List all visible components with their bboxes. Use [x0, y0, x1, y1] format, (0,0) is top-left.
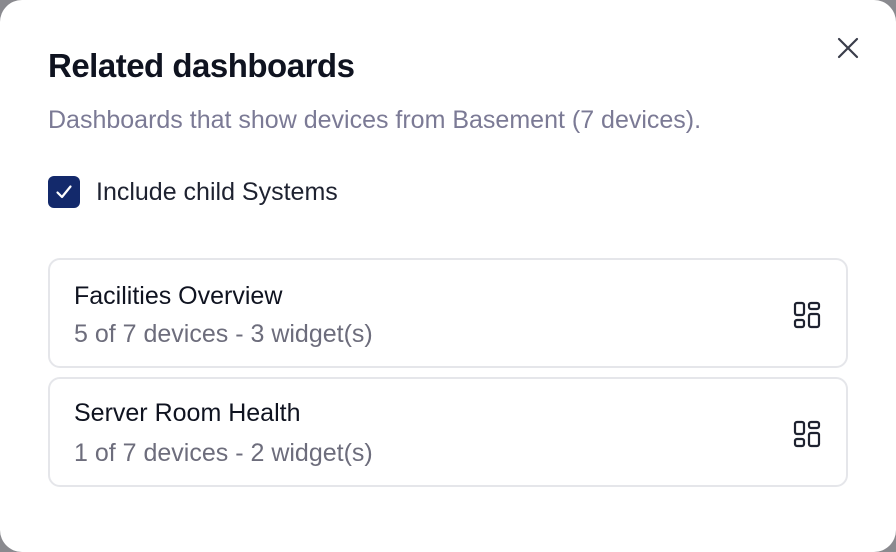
dashboard-meta: 1 of 7 devices - 2 widget(s) [74, 439, 373, 467]
include-child-systems-option[interactable]: Include child Systems [48, 174, 338, 210]
dialog-title: Related dashboards [48, 47, 355, 84]
related-dashboards-dialog: Related dashboards Dashboards that show … [0, 0, 896, 552]
dashboard-name: Facilities Overview [74, 282, 283, 310]
dashboard-card-facilities-overview[interactable]: Facilities Overview 5 of 7 devices - 3 w… [48, 258, 848, 368]
checkmark-icon [56, 185, 72, 199]
dashboard-grid-icon [793, 420, 821, 448]
close-icon [837, 37, 859, 59]
close-button[interactable] [832, 32, 864, 64]
dashboard-grid-icon [793, 301, 821, 329]
dashboard-card-server-room-health[interactable]: Server Room Health 1 of 7 devices - 2 wi… [48, 377, 848, 487]
dialog-subtitle: Dashboards that show devices from Baseme… [48, 106, 702, 134]
dashboard-name: Server Room Health [74, 399, 301, 427]
dashboard-meta: 5 of 7 devices - 3 widget(s) [74, 320, 373, 348]
include-child-systems-label: Include child Systems [96, 178, 338, 206]
include-child-systems-checkbox[interactable] [48, 176, 80, 208]
